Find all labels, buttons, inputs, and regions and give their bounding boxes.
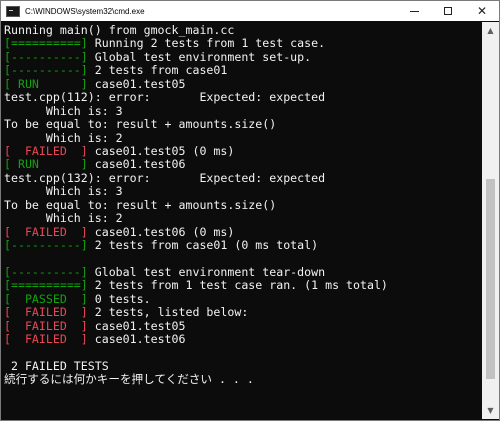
- console-line: [ FAILED ] case01.test06 (0 ms): [4, 224, 482, 239]
- console-line-text: To be equal to: result + amounts.size(): [4, 197, 277, 212]
- console-line-text: case01.test05 (0 ms): [87, 143, 235, 158]
- minimize-icon: [409, 10, 419, 12]
- window-controls: ✕: [397, 1, 499, 21]
- status-tag-failed: [ FAILED ]: [4, 332, 88, 347]
- status-tag: [----------]: [4, 49, 88, 64]
- console-line-text: Which is: 2: [4, 211, 123, 226]
- console-app-icon[interactable]: [6, 5, 20, 17]
- console-line-text: case01.test06: [87, 332, 186, 347]
- console-line: [==========] Running 2 tests from 1 test…: [4, 37, 482, 50]
- console-line-text: test.cpp(112): error: Expected: expected: [4, 90, 326, 105]
- status-tag: [----------]: [4, 63, 88, 78]
- console-line-text: 0 tests.: [87, 291, 151, 306]
- status-tag-failed: [ FAILED ]: [4, 305, 88, 320]
- console-line-text: case01.test05: [87, 76, 186, 91]
- status-tag-failed: [ FAILED ]: [4, 224, 88, 239]
- console-line: [----------] Global test environment set…: [4, 49, 482, 64]
- status-tag: [==========]: [4, 278, 88, 293]
- console-line: Running main() from gmock_main.cc: [4, 23, 482, 37]
- console-line-text: Global test environment tear-down: [87, 264, 326, 279]
- console-line-text: Global test environment set-up.: [87, 49, 312, 64]
- console-line-text: 2 tests from 1 test case ran. (1 ms tota…: [87, 278, 388, 293]
- status-tag: [ RUN ]: [4, 76, 88, 91]
- console-line: [----------] 2 tests from case01 (0 ms t…: [4, 238, 482, 252]
- console-line-text: Which is: 3: [4, 184, 123, 199]
- console-line: [ RUN ] case01.test06: [4, 158, 482, 171]
- console-line-text: case01.test05: [87, 318, 186, 333]
- console-line: Which is: 2: [4, 130, 482, 145]
- scroll-up-arrow-icon[interactable]: ▲: [482, 22, 499, 39]
- maximize-icon: [444, 7, 452, 15]
- console-line-text: case01.test06 (0 ms): [87, 224, 235, 239]
- console-line-text: 2 FAILED TESTS: [4, 358, 109, 373]
- console-line-text: case01.test06: [87, 157, 186, 172]
- status-tag: [ RUN ]: [4, 157, 88, 172]
- console-line: [ FAILED ] case01.test06: [4, 332, 482, 347]
- console-line: [ PASSED ] 0 tests.: [4, 291, 482, 306]
- status-tag: [==========]: [4, 36, 88, 51]
- console-line: [ FAILED ] 2 tests, listed below:: [4, 305, 482, 320]
- scroll-down-arrow-icon[interactable]: ▼: [482, 402, 499, 419]
- console-line: Which is: 3: [4, 103, 482, 118]
- console-line: [ FAILED ] case01.test05: [4, 318, 482, 333]
- title-bar[interactable]: C:\WINDOWS\system32\cmd.exe ✕: [1, 1, 499, 21]
- console-line-text: Running 2 tests from 1 test case.: [87, 36, 326, 51]
- console-line: [ FAILED ] case01.test05 (0 ms): [4, 143, 482, 158]
- console-line-text: Which is: 3: [4, 103, 123, 118]
- console-line-text: 2 tests from case01 (0 ms total): [87, 238, 319, 252]
- close-button[interactable]: ✕: [465, 1, 499, 21]
- console-line-text: 続行するには何かキーを押してください . . .: [4, 372, 254, 387]
- console-line: 続行するには何かキーを押してください . . .: [4, 373, 482, 386]
- console-window: C:\WINDOWS\system32\cmd.exe ✕ Running ma…: [0, 0, 500, 421]
- console-line-text: 2 tests from case01: [87, 63, 228, 78]
- scrollbar-thumb[interactable]: [486, 179, 495, 379]
- console-line: [----------] Global test environment tea…: [4, 264, 482, 279]
- console-line-text: 2 tests, listed below:: [87, 305, 249, 320]
- scrollbar-track[interactable]: [482, 39, 499, 402]
- console-line: [ RUN ] case01.test05: [4, 76, 482, 91]
- minimize-button[interactable]: [397, 1, 431, 21]
- status-tag: [----------]: [4, 264, 88, 279]
- console-line: test.cpp(112): error: Expected: expected: [4, 90, 482, 105]
- maximize-button[interactable]: [431, 1, 465, 21]
- window-title: C:\WINDOWS\system32\cmd.exe: [25, 6, 145, 16]
- status-tag: [ PASSED ]: [4, 291, 88, 306]
- close-icon: ✕: [476, 4, 488, 18]
- console-line-text: Running main() from gmock_main.cc: [4, 23, 235, 37]
- console-line: To be equal to: result + amounts.size(): [4, 197, 482, 212]
- status-tag-failed: [ FAILED ]: [4, 318, 88, 333]
- console-line: [----------] 2 tests from case01: [4, 64, 482, 77]
- status-tag: [----------]: [4, 238, 88, 252]
- console-line: [==========] 2 tests from 1 test case ra…: [4, 279, 482, 292]
- console-line: Which is: 3: [4, 185, 482, 198]
- status-tag-failed: [ FAILED ]: [4, 143, 88, 158]
- console-line: 2 FAILED TESTS: [4, 358, 482, 373]
- console-line-text: To be equal to: result + amounts.size(): [4, 117, 277, 132]
- console-line: test.cpp(132): error: Expected: expected: [4, 170, 482, 185]
- vertical-scrollbar[interactable]: ▲ ▼: [482, 22, 499, 419]
- console-line: To be equal to: result + amounts.size(): [4, 117, 482, 132]
- console-line-text: Which is: 2: [4, 130, 123, 145]
- console-output[interactable]: Running main() from gmock_main.cc [======…: [1, 22, 482, 419]
- console-line-text: test.cpp(132): error: Expected: expected: [4, 170, 326, 185]
- console-line: Which is: 2: [4, 211, 482, 226]
